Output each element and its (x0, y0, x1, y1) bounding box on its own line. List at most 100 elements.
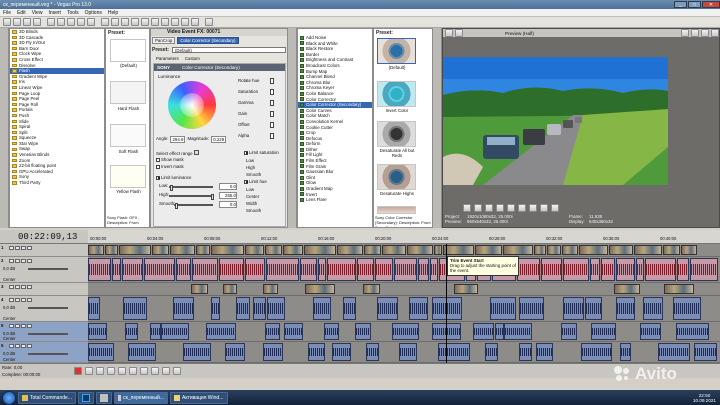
audio-event[interactable] (211, 297, 220, 320)
window-docking-tabs-middle[interactable] (288, 28, 297, 228)
audio-event[interactable] (300, 258, 317, 281)
taskbar-photoshop[interactable] (78, 391, 94, 404)
video-event[interactable] (407, 245, 433, 255)
audio-event[interactable] (313, 297, 331, 320)
fx-chain-color-corrector[interactable]: Color Corrector (Secondary) (177, 37, 239, 44)
audio-event[interactable] (601, 258, 615, 281)
next-frame-icon[interactable] (540, 204, 548, 212)
video-event[interactable] (223, 284, 237, 294)
overlays-icon[interactable] (691, 29, 699, 37)
help-icon[interactable] (205, 18, 213, 26)
loop-icon[interactable] (474, 204, 482, 212)
track-volume-slider[interactable] (28, 307, 68, 309)
video-event[interactable] (634, 245, 662, 255)
track-header[interactable]: 1 (0, 244, 88, 257)
audio-event[interactable] (266, 258, 299, 281)
video-event[interactable] (534, 245, 546, 255)
autoripple-icon[interactable] (131, 18, 139, 26)
solo-icon[interactable] (15, 344, 20, 348)
selection-tool-icon[interactable] (181, 18, 189, 26)
close-button[interactable]: ✕ (702, 1, 720, 8)
track-lane[interactable] (88, 257, 720, 283)
auto-icon[interactable] (27, 246, 32, 250)
stop-icon[interactable] (129, 367, 137, 375)
record-icon[interactable] (74, 367, 82, 375)
audio-event[interactable] (541, 258, 562, 281)
audio-event[interactable] (590, 258, 600, 281)
mute-icon[interactable] (9, 344, 14, 348)
play-from-start-icon[interactable] (96, 367, 104, 375)
video-event[interactable] (382, 245, 406, 255)
next-frame-icon[interactable] (173, 367, 181, 375)
audio-event[interactable] (640, 323, 661, 340)
audio-event[interactable] (236, 297, 250, 320)
audio-event[interactable] (308, 343, 325, 361)
audio-event[interactable] (394, 258, 417, 281)
video-event[interactable] (681, 245, 697, 255)
audio-event[interactable] (585, 297, 602, 320)
track-header[interactable]: 3 (0, 283, 88, 296)
video-fx-item[interactable]: Lens Flare (298, 197, 372, 203)
track-lane[interactable] (88, 244, 720, 257)
track-volume-slider[interactable] (28, 333, 68, 335)
audio-event[interactable] (245, 258, 265, 281)
preset-thumb[interactable] (110, 81, 146, 104)
lum-high-slider[interactable] (169, 194, 214, 200)
audio-event[interactable] (88, 297, 100, 320)
minimize-button[interactable]: _ (674, 1, 687, 8)
lock-envelopes-icon[interactable] (141, 18, 149, 26)
render-icon[interactable] (47, 18, 55, 26)
video-event[interactable] (609, 245, 633, 255)
lum-low-slider[interactable] (169, 185, 213, 191)
video-event[interactable] (283, 245, 303, 255)
audio-event[interactable] (267, 297, 285, 320)
lum-high-knob[interactable] (211, 194, 214, 200)
menu-options[interactable]: Options (85, 10, 102, 16)
audio-event[interactable] (620, 343, 631, 361)
track-header[interactable]: 2 0,0 dB Center (0, 257, 88, 283)
audio-event[interactable] (563, 297, 584, 320)
paste-icon[interactable] (77, 18, 85, 26)
audio-event[interactable] (284, 323, 303, 340)
save-icon[interactable] (23, 18, 31, 26)
go-to-end-icon[interactable] (151, 367, 159, 375)
project-properties-icon[interactable] (445, 29, 453, 37)
video-event[interactable] (614, 284, 640, 294)
new-icon[interactable] (3, 18, 11, 26)
audio-event[interactable] (173, 297, 194, 320)
video-event[interactable] (503, 245, 533, 255)
video-event[interactable] (152, 245, 169, 255)
preset-thumb-desat-lows[interactable] (377, 206, 416, 214)
audio-event[interactable] (150, 323, 161, 340)
audio-event[interactable] (432, 297, 462, 320)
solo-icon[interactable] (15, 246, 20, 250)
video-event[interactable] (191, 284, 208, 294)
delete-icon[interactable] (87, 18, 95, 26)
audio-event[interactable] (88, 323, 107, 340)
snap-icon[interactable] (121, 18, 129, 26)
audio-event[interactable] (676, 323, 709, 340)
lum-smooth-knob[interactable] (175, 203, 178, 209)
video-event[interactable] (562, 245, 578, 255)
solo-icon[interactable] (15, 298, 20, 302)
taskbar-vegas[interactable]: ск_переменный... (114, 391, 168, 404)
saturation-knob[interactable] (270, 89, 274, 95)
audio-event[interactable] (490, 297, 516, 320)
audio-event[interactable] (616, 297, 635, 320)
limit-luminance-checkbox[interactable] (156, 175, 160, 180)
track-volume-slider[interactable] (28, 268, 68, 270)
audio-event[interactable] (645, 258, 676, 281)
video-event[interactable] (196, 245, 210, 255)
preset-thumb-default[interactable] (377, 38, 416, 64)
video-event[interactable] (475, 245, 502, 255)
menu-help[interactable]: Help (108, 10, 118, 16)
magnitude-field[interactable]: 0.229 (211, 136, 227, 143)
preset-thumb[interactable] (110, 165, 146, 188)
audio-event[interactable] (112, 258, 121, 281)
video-event[interactable] (119, 245, 151, 255)
audio-event[interactable] (161, 323, 189, 340)
audio-event[interactable] (88, 343, 114, 361)
fx-icon[interactable] (21, 344, 26, 348)
audio-event[interactable] (409, 297, 428, 320)
limit-luminance-row[interactable]: Limit luminance (156, 175, 192, 180)
